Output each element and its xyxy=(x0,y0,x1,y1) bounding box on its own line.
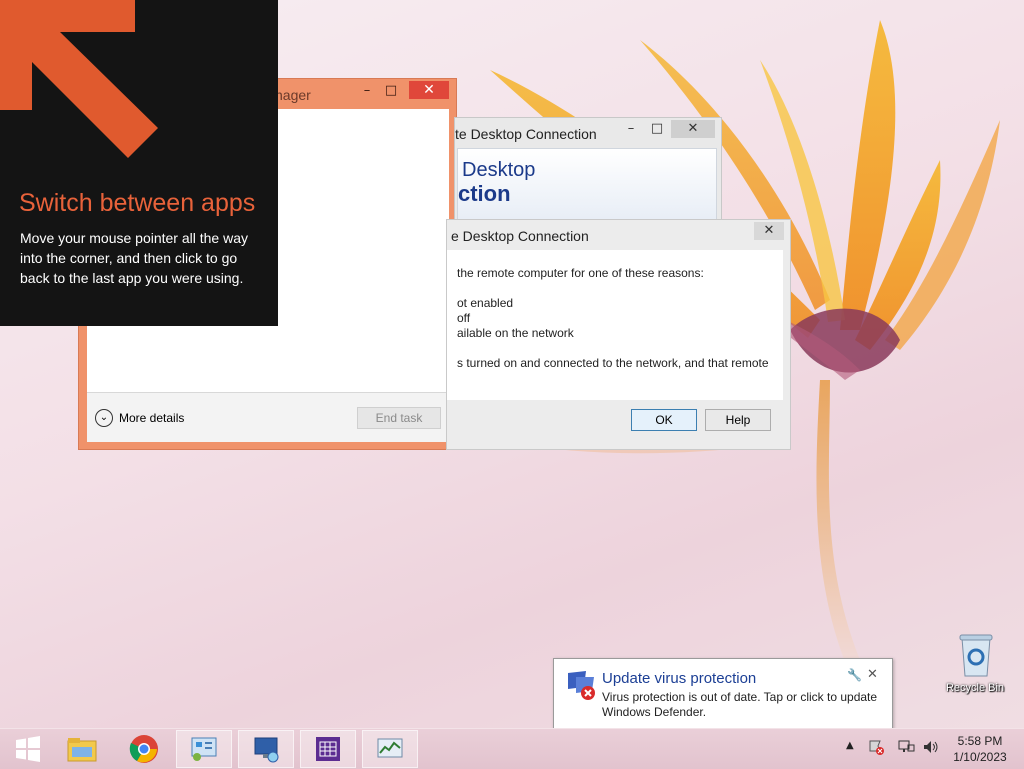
taskbar-chrome[interactable] xyxy=(116,730,172,768)
more-details-label: More details xyxy=(119,411,185,425)
corner-arrow-icon xyxy=(0,0,158,158)
action-center-flag-icon[interactable] xyxy=(868,739,884,759)
close-icon[interactable]: ✕ xyxy=(867,667,878,682)
taskbar-remote-desktop[interactable] xyxy=(238,730,294,768)
rdc-banner-line1: Desktop xyxy=(462,159,536,181)
show-hidden-icons-icon[interactable]: ▲ xyxy=(846,740,854,751)
chrome-icon xyxy=(129,735,158,763)
switch-apps-tip: Switch between apps Move your mouse poin… xyxy=(0,0,278,326)
taskbar: ▲ 5:58 PM 1/10/2023 xyxy=(0,728,1024,769)
help-button[interactable]: Help xyxy=(705,409,771,431)
volume-icon[interactable] xyxy=(922,739,940,759)
calendar-app-icon xyxy=(316,737,340,761)
defender-notification[interactable]: Update virus protection Virus protection… xyxy=(553,658,893,742)
control-panel-icon xyxy=(191,737,217,761)
rdc-window-title: te Desktop Connection xyxy=(455,126,597,142)
rdc-dialog-message: the remote computer for one of these rea… xyxy=(447,250,783,400)
tip-heading: Switch between apps xyxy=(19,189,256,217)
taskbar-clock[interactable]: 5:58 PM 1/10/2023 xyxy=(950,733,1010,765)
rdc-window: te Desktop Connection – □ ✕ Desktop ctio… xyxy=(454,117,722,221)
remote-desktop-icon xyxy=(254,737,279,763)
message-line: s turned on and connected to the network… xyxy=(457,356,769,370)
recycle-bin-label: Recycle Bin xyxy=(945,682,1005,694)
notification-body: Virus protection is out of date. Tap or … xyxy=(602,690,878,719)
taskbar-file-explorer[interactable] xyxy=(54,730,110,768)
ok-button[interactable]: OK xyxy=(631,409,697,431)
network-icon[interactable] xyxy=(897,739,915,759)
close-button[interactable]: ✕ xyxy=(754,222,784,240)
notification-title: Update virus protection xyxy=(602,670,757,687)
minimize-button[interactable]: – xyxy=(355,81,379,101)
clock-date: 1/10/2023 xyxy=(953,750,1007,764)
wrench-icon[interactable]: 🔧 xyxy=(847,668,862,682)
chevron-down-icon: ⌄ xyxy=(95,409,113,427)
defender-flag-icon xyxy=(568,671,595,700)
rdc-dialog-title: e Desktop Connection xyxy=(451,228,589,244)
message-line: ot enabled xyxy=(457,296,514,310)
close-button[interactable]: ✕ xyxy=(671,120,715,138)
rdc-error-dialog: e Desktop Connection ✕ the remote comput… xyxy=(446,219,791,450)
clock-time: 5:58 PM xyxy=(957,734,1003,748)
maximize-button[interactable]: □ xyxy=(645,120,669,138)
end-task-button[interactable]: End task xyxy=(357,407,441,429)
minimize-button[interactable]: – xyxy=(619,120,643,138)
taskbar-control-panel[interactable] xyxy=(176,730,232,768)
message-line: off xyxy=(457,311,471,325)
task-manager-title: nager xyxy=(275,87,311,103)
rdc-banner-line2: ction xyxy=(458,181,511,206)
message-line: ailable on the network xyxy=(457,326,574,340)
close-button[interactable]: ✕ xyxy=(409,81,449,99)
task-manager-footer: ⌄ More details End task xyxy=(87,392,449,442)
recycle-bin[interactable]: Recycle Bin xyxy=(940,632,1010,702)
windows-logo-icon xyxy=(16,736,40,762)
message-line: the remote computer for one of these rea… xyxy=(457,266,704,280)
rdc-banner: Desktop ction xyxy=(457,148,717,220)
task-manager-icon xyxy=(377,738,403,758)
maximize-button[interactable]: □ xyxy=(379,81,403,101)
taskbar-task-manager[interactable] xyxy=(362,730,418,768)
start-button[interactable] xyxy=(0,730,56,768)
tip-body: Move your mouse pointer all the way into… xyxy=(20,230,248,286)
recycle-bin-icon xyxy=(959,634,993,677)
more-details-button[interactable]: ⌄ More details xyxy=(95,409,184,427)
taskbar-calendar-app[interactable] xyxy=(300,730,356,768)
file-explorer-icon xyxy=(67,738,97,762)
